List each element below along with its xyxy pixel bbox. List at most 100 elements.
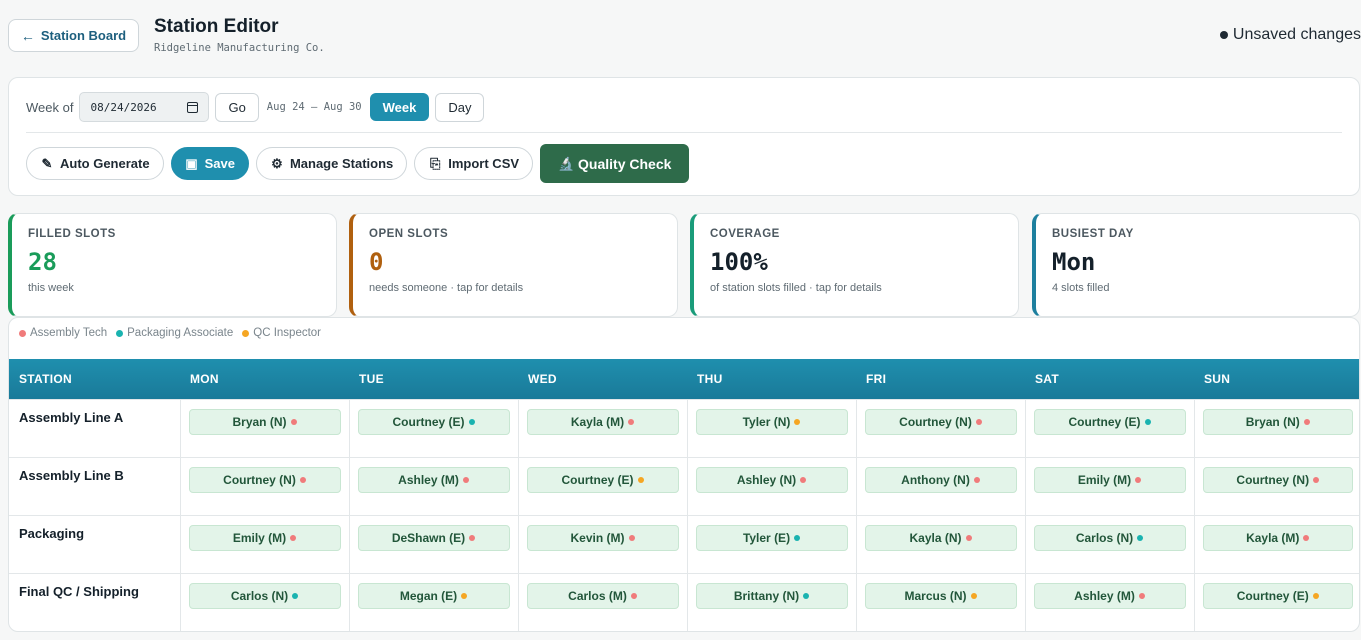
assignee-name: Kayla (M)	[1246, 530, 1300, 545]
quality-check-button[interactable]: 🔬 Quality Check	[540, 144, 690, 183]
schedule-cell[interactable]: Kayla (M)	[517, 398, 687, 457]
page-title: Station Editor	[154, 16, 279, 37]
column-header: FRI	[856, 359, 1025, 399]
file-import-icon: ⎘	[430, 155, 441, 171]
assignment-chip[interactable]: Courtney (N)	[1202, 466, 1353, 493]
gear-icon: ⚙	[271, 155, 283, 171]
assignment-chip[interactable]: Tyler (E)	[695, 524, 848, 551]
assignment-chip[interactable]: Bryan (N)	[188, 408, 341, 435]
back-to-station-board-button[interactable]: ← Station Board	[8, 19, 139, 52]
assignee-name: Courtney (N)	[1236, 472, 1310, 487]
assignment-chip[interactable]: Courtney (N)	[188, 466, 341, 493]
role-dot-icon	[469, 534, 476, 541]
assignee-name: Bryan (N)	[232, 414, 287, 429]
week-date-input[interactable]: 08/24/2026	[79, 92, 210, 122]
assignment-chip[interactable]: Courtney (E)	[357, 408, 510, 435]
assignee-name: Emily (M)	[232, 530, 287, 545]
schedule-cell[interactable]: Ashley (M)	[348, 456, 518, 515]
go-button[interactable]: Go	[215, 92, 259, 122]
schedule-cell[interactable]: Ashley (M)	[1024, 572, 1194, 631]
assignment-chip[interactable]: Emily (M)	[1033, 466, 1186, 493]
assignment-chip[interactable]: Courtney (E)	[1033, 408, 1186, 435]
date-value: 08/24/2026	[90, 100, 157, 114]
legend-label: Assembly Tech	[30, 327, 108, 339]
stat-caption: OPEN SLOTS	[369, 228, 449, 240]
assignment-chip[interactable]: Tyler (N)	[695, 408, 848, 435]
schedule-cell[interactable]: Tyler (E)	[686, 514, 856, 573]
assignment-chip[interactable]: Kevin (M)	[526, 524, 679, 551]
schedule-cell[interactable]: Emily (M)	[179, 514, 349, 573]
role-dot-icon	[973, 476, 980, 483]
station-name: Assembly Line A	[9, 398, 180, 457]
schedule-cell[interactable]: Courtney (N)	[179, 456, 349, 515]
day-view-button[interactable]: Day	[435, 92, 485, 122]
schedule-cell[interactable]: Emily (M)	[1024, 456, 1194, 515]
schedule-cell[interactable]: Bryan (N)	[179, 398, 349, 457]
schedule-cell[interactable]: Courtney (E)	[348, 398, 518, 457]
schedule-cell[interactable]: Carlos (M)	[517, 572, 687, 631]
assignment-chip[interactable]: Ashley (M)	[357, 466, 510, 493]
assignment-chip[interactable]: DeShawn (E)	[357, 524, 510, 551]
assignment-chip[interactable]: Courtney (N)	[864, 408, 1017, 435]
schedule-cell[interactable]: Carlos (N)	[1024, 514, 1194, 573]
assignment-chip[interactable]: Anthony (N)	[864, 466, 1017, 493]
schedule-cell[interactable]: Kayla (M)	[1193, 514, 1359, 573]
save-button[interactable]: ▣ Save	[170, 147, 249, 180]
assignee-name: Courtney (E)	[392, 414, 465, 429]
stat-coverage[interactable]: COVERAGE 100% of station slots filled · …	[690, 213, 1019, 317]
role-dot-icon	[1144, 418, 1151, 425]
back-button-label: Station Board	[40, 28, 127, 43]
table-header-row: STATION MON TUE WED THU FRI SAT SUN	[9, 359, 1359, 399]
schedule-cell[interactable]: Courtney (E)	[1024, 398, 1194, 457]
role-dot-icon	[794, 534, 801, 541]
assignment-chip[interactable]: Kayla (M)	[1202, 524, 1353, 551]
import-csv-button[interactable]: ⎘ Import CSV	[414, 147, 534, 180]
schedule-cell[interactable]: DeShawn (E)	[348, 514, 518, 573]
import-csv-label: Import CSV	[448, 156, 520, 171]
auto-generate-button[interactable]: ✎ Auto Generate	[26, 147, 164, 180]
assignment-chip[interactable]: Megan (E)	[357, 582, 510, 609]
schedule-cell[interactable]: Courtney (E)	[1193, 572, 1359, 631]
schedule-cell[interactable]: Courtney (N)	[855, 398, 1025, 457]
schedule-cell[interactable]: Courtney (E)	[517, 456, 687, 515]
week-view-button[interactable]: Week	[369, 93, 430, 121]
assignment-chip[interactable]: Ashley (N)	[695, 466, 848, 493]
assignment-chip[interactable]: Ashley (M)	[1033, 582, 1186, 609]
assignment-chip[interactable]: Carlos (N)	[1033, 524, 1186, 551]
station-name: Final QC / Shipping	[9, 572, 180, 631]
schedule-cell[interactable]: Marcus (N)	[855, 572, 1025, 631]
assignment-chip[interactable]: Emily (M)	[188, 524, 341, 551]
calendar-icon[interactable]	[187, 101, 199, 113]
schedule-cell[interactable]: Anthony (N)	[855, 456, 1025, 515]
assignee-name: Kayla (N)	[909, 530, 962, 545]
schedule-cell[interactable]: Kayla (N)	[855, 514, 1025, 573]
assignment-chip[interactable]: Carlos (M)	[526, 582, 679, 609]
assignment-chip[interactable]: Courtney (E)	[526, 466, 679, 493]
assignment-chip[interactable]: Courtney (E)	[1202, 582, 1353, 609]
schedule-cell[interactable]: Megan (E)	[348, 572, 518, 631]
station-name: Packaging	[9, 514, 180, 573]
schedule-cell[interactable]: Courtney (N)	[1193, 456, 1359, 515]
schedule-cell[interactable]: Carlos (N)	[179, 572, 349, 631]
assignment-chip[interactable]: Brittany (N)	[695, 582, 848, 609]
schedule-cell[interactable]: Tyler (N)	[686, 398, 856, 457]
schedule-cell[interactable]: Bryan (N)	[1193, 398, 1359, 457]
schedule-cell[interactable]: Ashley (N)	[686, 456, 856, 515]
assignment-chip[interactable]: Marcus (N)	[864, 582, 1017, 609]
manage-stations-label: Manage Stations	[289, 156, 394, 171]
assignee-name: Courtney (N)	[223, 472, 296, 487]
assignment-chip[interactable]: Carlos (N)	[188, 582, 341, 609]
assignee-name: Courtney (E)	[561, 472, 634, 487]
arrow-left-icon: ←	[20, 27, 35, 44]
manage-stations-button[interactable]: ⚙ Manage Stations	[255, 147, 408, 180]
assignment-chip[interactable]: Kayla (M)	[526, 408, 679, 435]
schedule-cell[interactable]: Kevin (M)	[517, 514, 687, 573]
stat-open-slots[interactable]: OPEN SLOTS 0 needs someone · tap for det…	[349, 213, 678, 317]
column-header: MON	[180, 359, 349, 399]
assignment-chip[interactable]: Bryan (N)	[1202, 408, 1353, 435]
legend-item: QC Inspector	[242, 327, 321, 339]
role-dot-icon	[800, 476, 807, 483]
schedule-cell[interactable]: Brittany (N)	[686, 572, 856, 631]
assignment-chip[interactable]: Kayla (N)	[864, 524, 1017, 551]
role-dot-icon	[630, 592, 637, 599]
